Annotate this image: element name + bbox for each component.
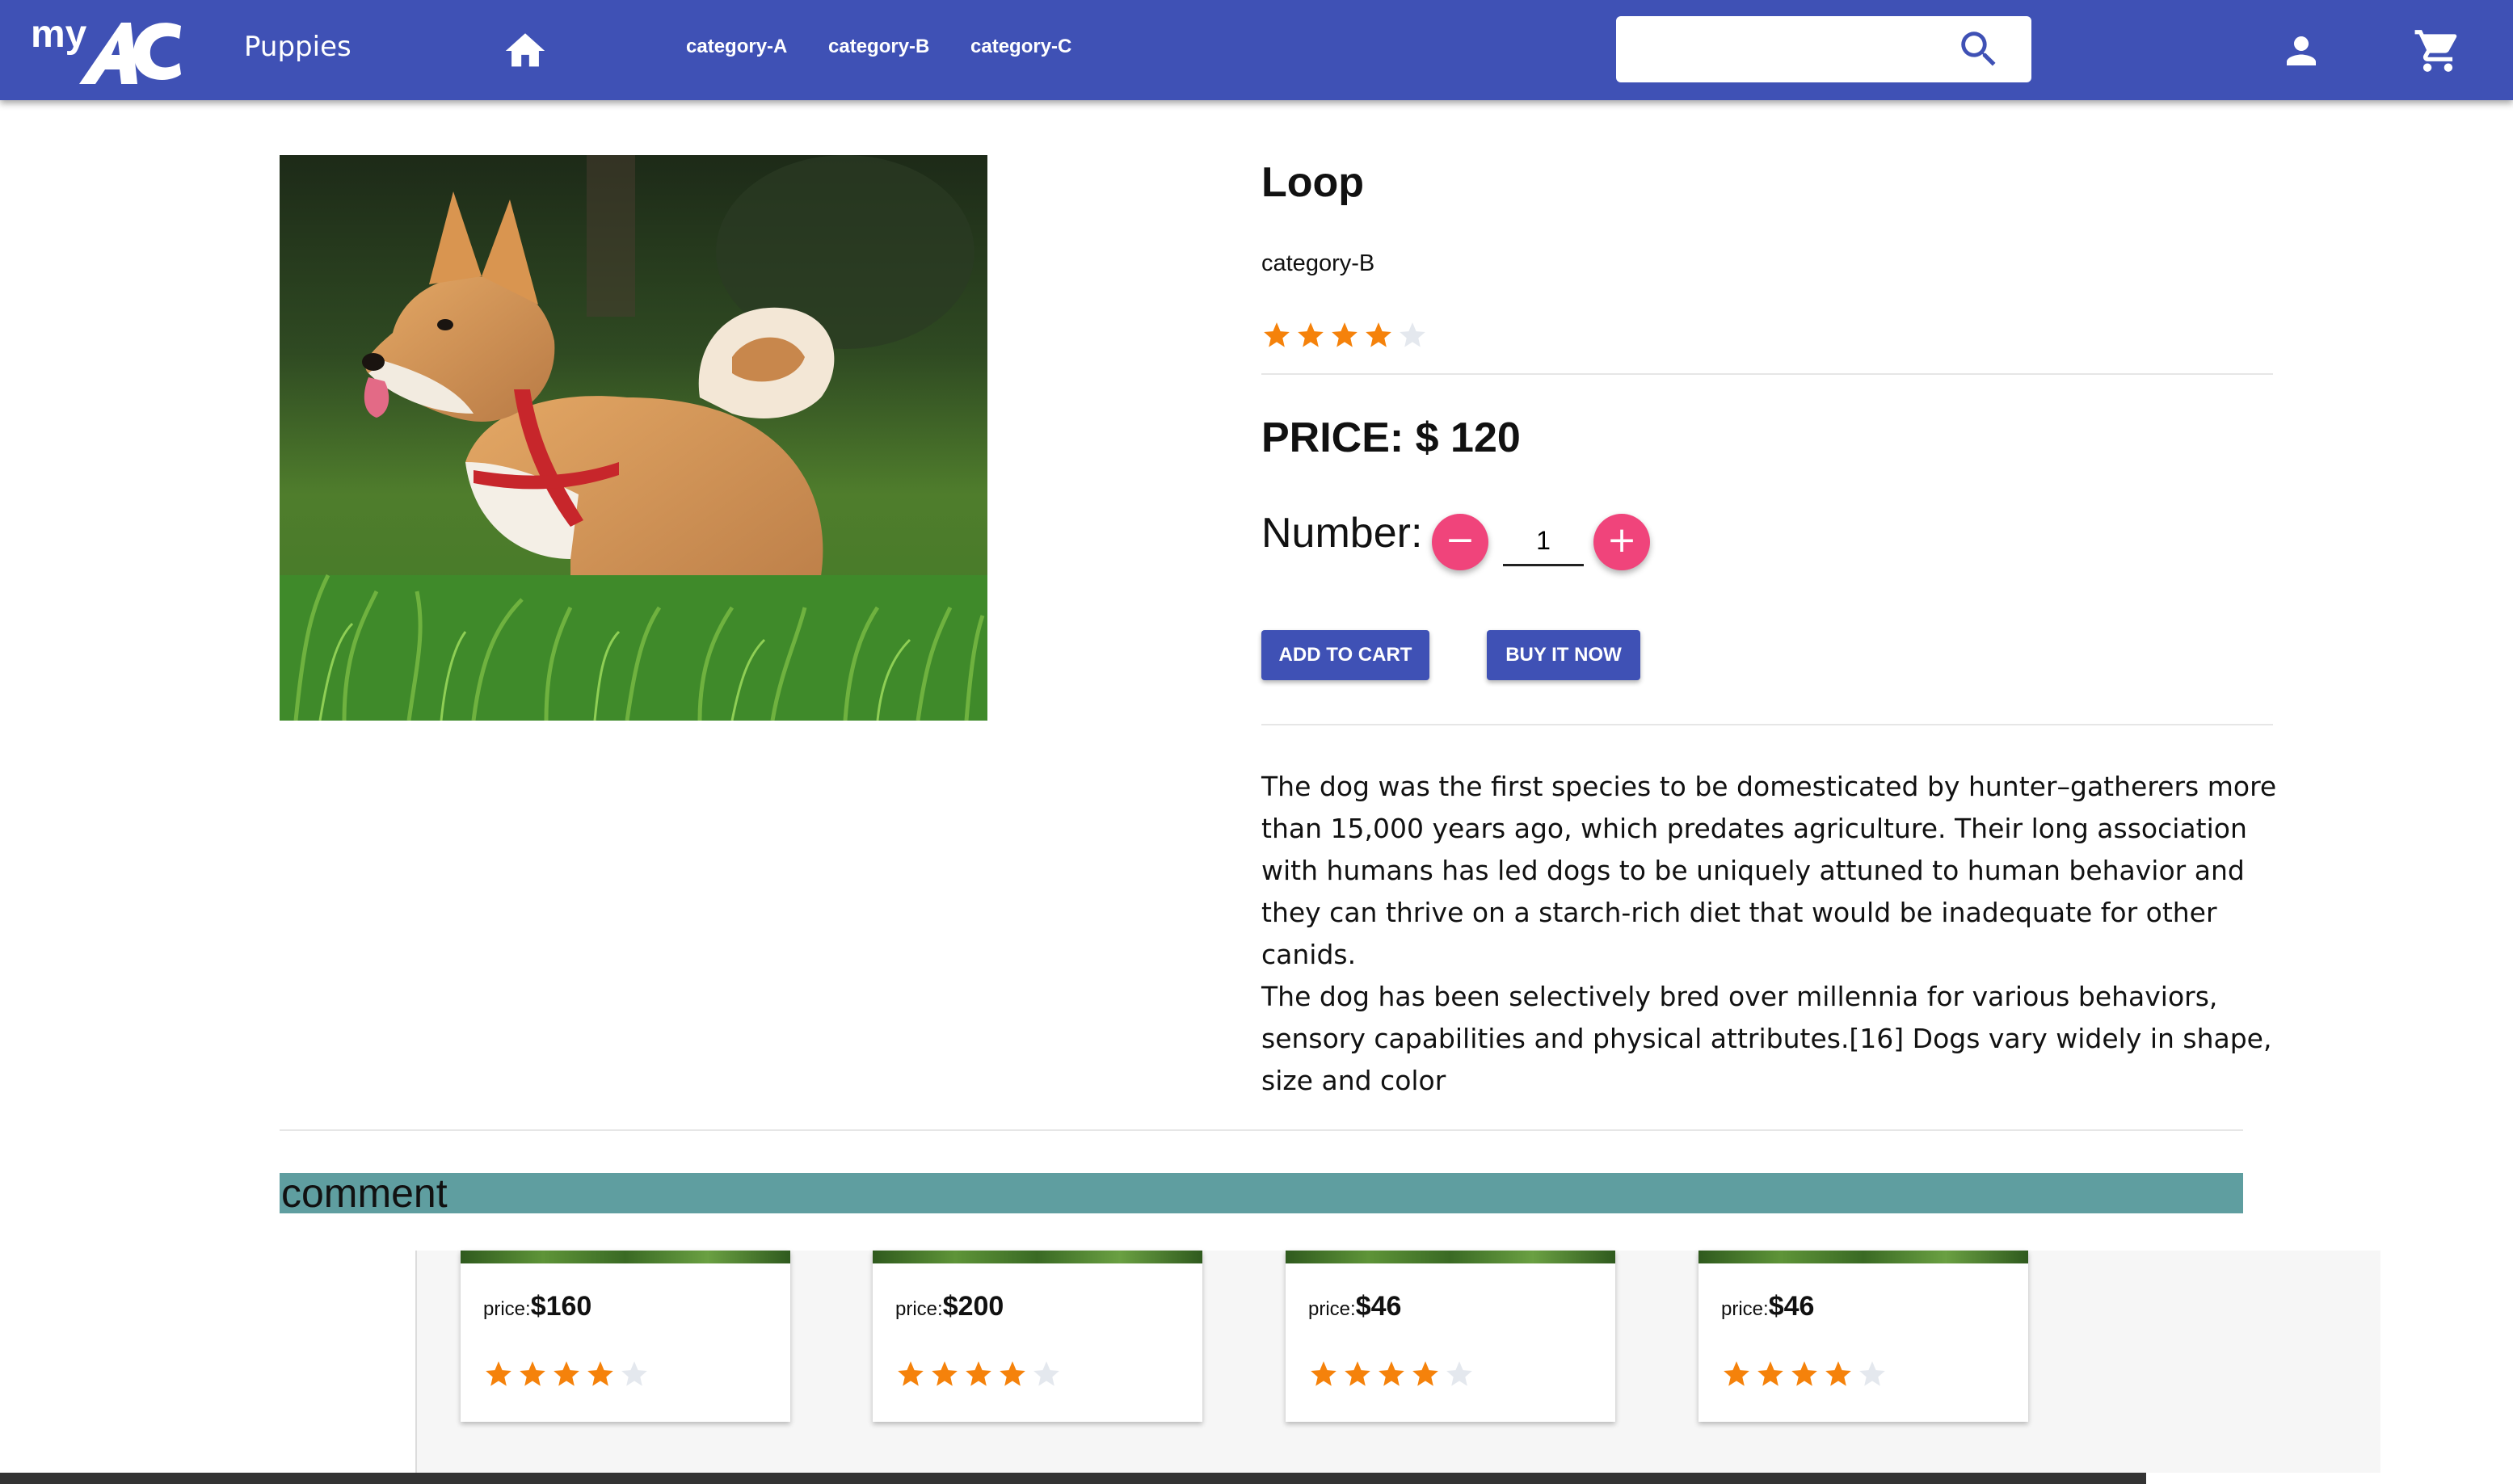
star-filled-icon [1332, 322, 1358, 347]
product-price: PRICE: $ 120 [1261, 414, 1521, 461]
star-filled-icon [898, 1361, 924, 1386]
star-filled-icon [1825, 1361, 1851, 1386]
star-empty-icon [1033, 1361, 1059, 1386]
product-thumbnail [1698, 1251, 2028, 1263]
star-filled-icon [520, 1361, 545, 1386]
star-filled-icon [1724, 1361, 1749, 1386]
search-input[interactable] [1631, 29, 1957, 71]
product-title: Loop [1261, 159, 1365, 206]
star-empty-icon [1446, 1361, 1472, 1386]
product-category: category-B [1261, 250, 1375, 276]
myac-logo[interactable]: my [31, 6, 184, 87]
product-thumbnail [1286, 1251, 1615, 1263]
search-icon[interactable] [1955, 26, 2002, 73]
quantity-input[interactable] [1503, 517, 1584, 566]
related-product-card[interactable]: price:$46 [1698, 1251, 2028, 1422]
account-icon[interactable] [2277, 29, 2326, 73]
card-rating [1308, 1359, 1475, 1389]
card-rating [483, 1359, 650, 1389]
star-filled-icon [1412, 1361, 1438, 1386]
description-paragraph: The dog was the first species to be dome… [1261, 771, 2277, 970]
search-box [1616, 16, 2031, 82]
divider [1261, 373, 2273, 375]
horizontal-scrollbar[interactable] [0, 1473, 2146, 1484]
star-filled-icon [1379, 1361, 1404, 1386]
card-price: price:$46 [1721, 1291, 1815, 1322]
buy-now-button[interactable]: BUY IT NOW [1487, 630, 1640, 680]
shopping-cart-icon[interactable] [2413, 26, 2463, 76]
svg-text:my: my [31, 13, 87, 56]
card-rating [895, 1359, 1062, 1389]
star-filled-icon [1366, 322, 1391, 347]
product-image [280, 155, 987, 721]
home-icon[interactable] [499, 27, 551, 74]
divider [415, 1251, 417, 1484]
star-filled-icon [932, 1361, 958, 1386]
card-rating [1721, 1359, 1888, 1389]
star-filled-icon [587, 1361, 613, 1386]
star-filled-icon [1791, 1361, 1817, 1386]
comment-label: comment [281, 1171, 448, 1216]
quantity-label: Number: [1261, 510, 1423, 557]
minus-icon: − [1445, 519, 1475, 561]
card-price: price:$46 [1308, 1291, 1402, 1322]
decrease-quantity-button[interactable]: − [1432, 514, 1488, 570]
star-empty-icon [1400, 322, 1425, 347]
increase-quantity-button[interactable]: + [1593, 514, 1650, 570]
star-filled-icon [1264, 322, 1290, 347]
star-filled-icon [1298, 322, 1324, 347]
divider [1261, 724, 2273, 725]
star-filled-icon [1311, 1361, 1336, 1386]
nav-category-b[interactable]: category-B [828, 36, 929, 58]
product-thumbnail [461, 1251, 790, 1263]
star-filled-icon [554, 1361, 579, 1386]
star-filled-icon [486, 1361, 511, 1386]
related-product-card[interactable]: price:$160 [461, 1251, 790, 1422]
add-to-cart-button[interactable]: ADD TO CART [1261, 630, 1429, 680]
star-filled-icon [1345, 1361, 1370, 1386]
star-empty-icon [1859, 1361, 1885, 1386]
product-thumbnail [873, 1251, 1202, 1263]
plus-icon: + [1606, 519, 1637, 561]
star-filled-icon [966, 1361, 991, 1386]
brand-name[interactable]: Puppies [244, 31, 351, 63]
related-product-card[interactable]: price:$200 [873, 1251, 1202, 1422]
nav-category-a[interactable]: category-A [686, 36, 787, 58]
product-rating [1261, 320, 1428, 351]
comment-header: comment [280, 1173, 2243, 1213]
star-filled-icon [1000, 1361, 1025, 1386]
card-price: price:$160 [483, 1291, 592, 1322]
related-product-card[interactable]: price:$46 [1286, 1251, 1615, 1422]
top-app-bar: my Puppies category-A category-B categor… [0, 0, 2513, 100]
star-empty-icon [621, 1361, 647, 1386]
divider [280, 1129, 2243, 1131]
star-filled-icon [1757, 1361, 1783, 1386]
description-paragraph: The dog has been selectively bred over m… [1261, 981, 2272, 1096]
nav-category-c[interactable]: category-C [970, 36, 1071, 58]
card-price: price:$200 [895, 1291, 1004, 1322]
